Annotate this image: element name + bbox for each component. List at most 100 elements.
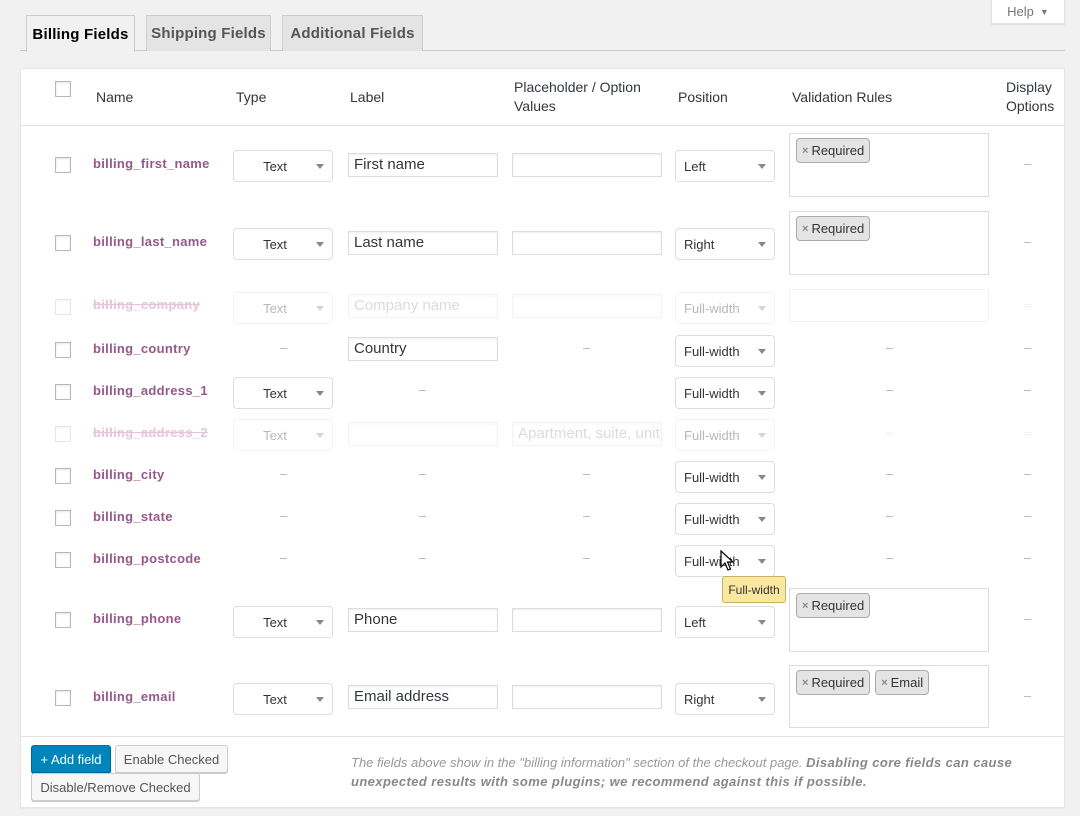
validation-tag[interactable]: × Required [796, 138, 871, 163]
placeholder-input[interactable] [512, 294, 662, 318]
row-checkbox[interactable] [55, 342, 71, 358]
validation-empty [886, 390, 893, 391]
field-name[interactable]: billing_company [93, 297, 200, 312]
position-select[interactable]: Full-width [675, 503, 775, 535]
label-input[interactable]: Last name [348, 231, 498, 255]
row-checkbox[interactable] [55, 510, 71, 526]
field-name[interactable]: billing_address_1 [93, 383, 208, 398]
field-name[interactable]: billing_phone [93, 611, 181, 626]
type-empty [280, 558, 287, 559]
validation-tag-label: Required [811, 675, 865, 690]
position-select[interactable]: Right [675, 683, 775, 715]
placeholder-input[interactable] [512, 231, 662, 255]
row-checkbox[interactable] [55, 552, 71, 568]
validation-rules-input[interactable]: × Required [789, 133, 989, 197]
remove-icon[interactable]: × [802, 600, 808, 612]
remove-icon[interactable]: × [802, 145, 808, 157]
tab-additional-fields[interactable]: Additional Fields [282, 15, 423, 51]
position-select[interactable]: Full-width [675, 335, 775, 367]
validation-tag[interactable]: × Required [796, 670, 871, 695]
table-row: billing_phone Text Phone Left × Required [21, 588, 1064, 666]
position-value: Right [684, 236, 715, 252]
validation-rules-input[interactable] [789, 289, 989, 322]
field-name[interactable]: billing_country [93, 341, 191, 356]
enable-checked-button[interactable]: Enable Checked [115, 745, 228, 773]
tab-shipping-fields[interactable]: Shipping Fields [146, 15, 271, 51]
row-checkbox[interactable] [55, 299, 71, 315]
chevron-down-icon [316, 620, 324, 625]
display-options-empty [1024, 696, 1031, 697]
type-select[interactable]: Text [233, 377, 333, 409]
validation-tag-label: Required [811, 143, 865, 158]
field-name[interactable]: billing_city [93, 467, 165, 482]
type-select[interactable]: Text [233, 419, 333, 451]
position-select[interactable]: Full-width [675, 461, 775, 493]
display-options-empty [1024, 164, 1031, 165]
validation-rules-input[interactable]: × Required [789, 588, 989, 652]
label-input[interactable]: Country [348, 337, 498, 361]
placeholder-empty [583, 474, 590, 475]
type-value: Text [263, 385, 287, 401]
col-position: Position [678, 89, 728, 105]
label-input[interactable]: First name [348, 153, 498, 177]
placeholder-input[interactable] [512, 153, 662, 177]
row-checkbox[interactable] [55, 468, 71, 484]
field-name[interactable]: billing_postcode [93, 551, 201, 566]
placeholder-input[interactable]: Apartment, suite, unit etc. [512, 422, 662, 446]
position-select[interactable]: Left [675, 606, 775, 638]
disable-remove-checked-button[interactable]: Disable/Remove Checked [31, 773, 200, 801]
type-empty [280, 348, 287, 349]
display-options-empty [1024, 516, 1031, 517]
type-select[interactable]: Text [233, 150, 333, 182]
label-empty [419, 390, 426, 391]
field-name[interactable]: billing_last_name [93, 234, 207, 249]
validation-rules-input[interactable]: × Required × Email [789, 665, 989, 728]
display-options-empty [1024, 390, 1031, 391]
validation-tag[interactable]: × Email [875, 670, 930, 695]
row-checkbox[interactable] [55, 612, 71, 628]
remove-icon[interactable]: × [802, 223, 808, 235]
field-name[interactable]: billing_email [93, 689, 176, 704]
row-checkbox[interactable] [55, 426, 71, 442]
label-input[interactable] [348, 422, 498, 446]
add-field-button[interactable]: + Add field [31, 745, 111, 773]
tab-billing-fields[interactable]: Billing Fields [26, 15, 135, 52]
type-select[interactable]: Text [233, 292, 333, 324]
label-input[interactable]: Company name [348, 294, 498, 318]
chevron-down-icon [758, 242, 766, 247]
table-footer: + Add field Enable Checked Disable/Remov… [21, 736, 1064, 808]
validation-empty [886, 516, 893, 517]
validation-rules-input[interactable]: × Required [789, 211, 989, 275]
label-input[interactable]: Phone [348, 608, 498, 632]
remove-icon[interactable]: × [802, 677, 808, 689]
placeholder-input[interactable] [512, 685, 662, 709]
label-input[interactable]: Email address [348, 685, 498, 709]
position-select[interactable]: Right [675, 228, 775, 260]
chevron-down-icon [758, 306, 766, 311]
field-name[interactable]: billing_state [93, 509, 173, 524]
validation-tag[interactable]: × Required [796, 593, 871, 618]
row-checkbox[interactable] [55, 384, 71, 400]
display-options-empty [1024, 348, 1031, 349]
position-value: Left [684, 158, 706, 174]
validation-tag[interactable]: × Required [796, 216, 871, 241]
table-row: billing_first_name Text First name Left … [21, 133, 1064, 211]
field-name[interactable]: billing_address_2 [93, 425, 208, 440]
position-select[interactable]: Full-width [675, 419, 775, 451]
row-checkbox[interactable] [55, 690, 71, 706]
type-select[interactable]: Text [233, 606, 333, 638]
placeholder-input[interactable] [512, 608, 662, 632]
position-select[interactable]: Full-width [675, 377, 775, 409]
footer-note-text: The fields above show in the "billing in… [351, 755, 807, 770]
type-select[interactable]: Text [233, 228, 333, 260]
row-checkbox[interactable] [55, 235, 71, 251]
remove-icon[interactable]: × [881, 677, 887, 689]
position-select[interactable]: Full-width [675, 292, 775, 324]
type-empty [280, 516, 287, 517]
field-name[interactable]: billing_first_name [93, 156, 210, 171]
select-all-checkbox[interactable] [55, 81, 71, 97]
position-select[interactable]: Left [675, 150, 775, 182]
table-header: Name Type Label Placeholder / Option Val… [21, 69, 1064, 126]
row-checkbox[interactable] [55, 157, 71, 173]
type-select[interactable]: Text [233, 683, 333, 715]
